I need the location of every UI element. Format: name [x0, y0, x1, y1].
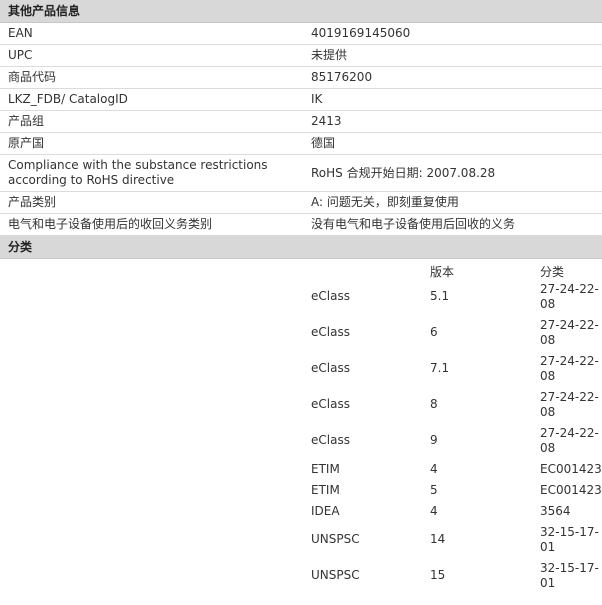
- product-info-panel: 其他产品信息 EAN 4019169145060 UPC 未提供 商品代码 85…: [0, 0, 602, 598]
- classification-version: 4: [430, 462, 438, 476]
- classification-system: UNSPSC: [311, 568, 360, 582]
- classification-system: eClass: [311, 433, 350, 447]
- classification-version: 9: [430, 433, 438, 447]
- classification-code: 32-15-17-01: [540, 525, 599, 554]
- classification-version: 4: [430, 504, 438, 518]
- classification-version: 5.1: [430, 289, 450, 303]
- other-info-table: EAN 4019169145060 UPC 未提供 商品代码 85176200 …: [0, 23, 602, 236]
- classification-version: 7.1: [430, 361, 450, 375]
- classification-version: 5: [430, 483, 438, 497]
- row-label: 产品组: [0, 110, 307, 133]
- classification-code: EC001423: [540, 483, 602, 497]
- table-row: 电气和电子设备使用后的收回义务类别 没有电气和电子设备使用后回收的义务: [0, 213, 602, 236]
- row-value: A: 问题无关，即刻重复使用: [307, 191, 602, 214]
- row-value: RoHS 合规开始日期: 2007.08.28: [307, 154, 602, 192]
- classification-table: 版本 分类 eClass 5.1 27-24-22-08 eClass 6 27-24-2…: [0, 259, 602, 598]
- classification-system: IDEA: [311, 504, 340, 518]
- classification-code: 27-24-22-08: [540, 282, 599, 311]
- classification-system: ETIM: [311, 462, 340, 476]
- classification-system: UNSPSC: [311, 532, 360, 546]
- table-row: LKZ_FDB/ CatalogID IK: [0, 88, 602, 111]
- classification-version: 8: [430, 397, 438, 411]
- column-header-class: 分类: [540, 265, 565, 279]
- classification-code: 27-24-22-08: [540, 318, 599, 347]
- table-row: 产品类别 A: 问题无关，即刻重复使用: [0, 191, 602, 214]
- row-value: 没有电气和电子设备使用后回收的义务: [307, 213, 602, 236]
- classification-header: 分类: [0, 236, 602, 259]
- table-row: 原产国 德国: [0, 132, 602, 155]
- classification-version: 14: [430, 532, 446, 546]
- classification-code: 27-24-22-08: [540, 426, 599, 455]
- classification-system: eClass: [311, 397, 350, 411]
- table-row: Compliance with the substance restrictio…: [0, 154, 602, 192]
- row-value: 德国: [307, 132, 602, 155]
- table-row: 商品代码 85176200: [0, 66, 602, 89]
- row-label: EAN: [0, 23, 307, 45]
- row-label: 产品类别: [0, 191, 307, 214]
- classification-code: EC001423: [540, 462, 602, 476]
- classification-version: 6: [430, 325, 438, 339]
- row-value: 未提供: [307, 44, 602, 67]
- other-info-header: 其他产品信息: [0, 0, 602, 23]
- row-label: 原产国: [0, 132, 307, 155]
- row-label: LKZ_FDB/ CatalogID: [0, 88, 307, 111]
- row-label: Compliance with the substance restrictio…: [0, 154, 307, 192]
- classification-system: eClass: [311, 361, 350, 375]
- column-header-version: 版本: [430, 265, 455, 279]
- classification-code: 32-15-17-01: [540, 561, 599, 590]
- classification-code: 3564: [540, 504, 571, 518]
- table-row: EAN 4019169145060: [0, 23, 602, 45]
- classification-system: eClass: [311, 289, 350, 303]
- row-label: UPC: [0, 44, 307, 67]
- classification-code: 27-24-22-08: [540, 354, 599, 383]
- row-label: 商品代码: [0, 66, 307, 89]
- classification-system: ETIM: [311, 483, 340, 497]
- classification-system: eClass: [311, 325, 350, 339]
- table-row: UPC 未提供: [0, 44, 602, 67]
- row-value: IK: [307, 88, 602, 111]
- table-row: 产品组 2413: [0, 110, 602, 133]
- row-value: 4019169145060: [307, 23, 602, 45]
- classification-version: 15: [430, 568, 446, 582]
- row-value: 85176200: [307, 66, 602, 89]
- classification-code: 27-24-22-08: [540, 390, 599, 419]
- row-value: 2413: [307, 110, 602, 133]
- row-label: 电气和电子设备使用后的收回义务类别: [0, 213, 307, 236]
